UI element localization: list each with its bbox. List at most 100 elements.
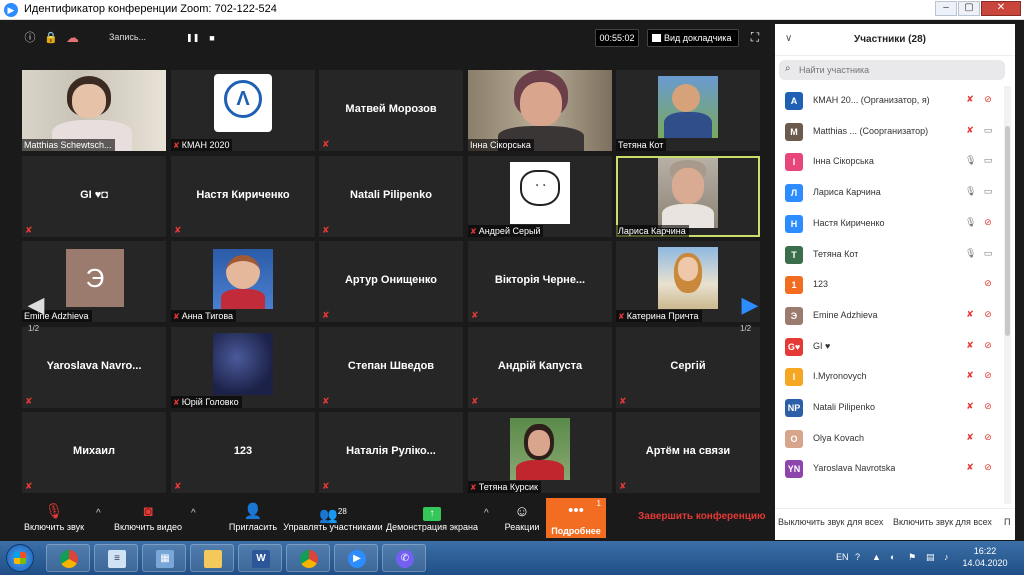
info-icon[interactable]: ⓘ: [24, 32, 36, 44]
audio-options-caret-icon[interactable]: ^: [96, 508, 101, 519]
speaker-view-label: Вид докладчика: [664, 33, 732, 43]
participant-name: Matthias ... (Соорганизатор): [813, 125, 929, 136]
camera-off-icon: ⊘: [984, 94, 992, 104]
video-tile[interactable]: Інна Сікорська: [468, 70, 612, 151]
video-options-caret-icon[interactable]: ^: [191, 508, 196, 519]
participant-row[interactable]: Э Emine Adzhieva ✘ ⊘: [775, 301, 1003, 331]
camera-icon: ▭: [983, 155, 993, 166]
video-tile[interactable]: Matthias Schewtsch...: [22, 70, 166, 151]
taskbar-explorer[interactable]: [190, 544, 234, 572]
stop-recording-icon[interactable]: ■: [206, 32, 218, 44]
share-screen-button[interactable]: ↑ Демонстрация экрана: [386, 502, 478, 538]
invite-button[interactable]: 👤 Пригласить: [228, 502, 278, 538]
video-tile[interactable]: ✘ Тетяна Курсик: [468, 412, 612, 493]
participant-row[interactable]: NP Natali Pilipenko ✘ ⊘: [775, 393, 1003, 423]
video-tile[interactable]: Λ ✘ КМАН 2020: [171, 70, 315, 151]
participant-video-face: [672, 84, 700, 112]
video-tile[interactable]: GI ♥◘ ✘: [22, 156, 166, 237]
lock-icon[interactable]: 🔒: [44, 32, 58, 44]
share-options-caret-icon[interactable]: ^: [484, 508, 489, 519]
flag-icon[interactable]: ⚑: [908, 552, 916, 563]
participant-row[interactable]: A КМАН 20... (Организатор, я) ✘ ⊘: [775, 86, 1003, 116]
clock[interactable]: 16:22 14.04.2020: [960, 545, 1010, 569]
more-options-button[interactable]: П: [1004, 517, 1010, 527]
network-icon[interactable]: ▤: [926, 552, 935, 563]
participant-row[interactable]: G♥ GI ♥ ✘ ⊘: [775, 332, 1003, 362]
video-tile[interactable]: Сергій ✘: [616, 327, 760, 408]
video-tile[interactable]: Тетяна Кот: [616, 70, 760, 151]
language-indicator[interactable]: EN: [836, 552, 849, 562]
word-icon: W: [252, 550, 270, 568]
participant-name: Інна Сікорська: [813, 156, 874, 167]
tile-label-text: КМАН 2020: [181, 140, 230, 150]
camera-icon: ▭: [983, 124, 993, 135]
fullscreen-icon[interactable]: ⛶: [748, 30, 762, 44]
participant-row[interactable]: Н Настя Кириченко 🎙 ⊘: [775, 209, 1003, 239]
start-video-label: Включить видео: [114, 522, 182, 532]
video-tile-active-speaker[interactable]: Лариса Карчина: [616, 156, 760, 237]
video-tile[interactable]: Natali Pilipenko ✘: [319, 156, 463, 237]
video-tile[interactable]: Михаил ✘: [22, 412, 166, 493]
participant-row[interactable]: I I.Myronovych ✘ ⊘: [775, 362, 1003, 392]
scrollbar-thumb[interactable]: [1005, 126, 1010, 336]
participant-video-shirt: [664, 112, 712, 138]
video-tile[interactable]: ◔ ◔ ✘ Андрей Серый: [468, 156, 612, 237]
participant-row[interactable]: Л Лариса Карчина 🎙 ▭: [775, 178, 1003, 208]
minimize-button[interactable]: –: [935, 1, 957, 16]
taskbar-viber[interactable]: ✆: [382, 544, 426, 572]
taskbar-chrome-2[interactable]: [286, 544, 330, 572]
tray-arrow-icon[interactable]: ▲: [872, 552, 881, 562]
taskbar-chrome[interactable]: [46, 544, 90, 572]
participant-list-scrollbar[interactable]: [1004, 86, 1011, 504]
participant-row[interactable]: Т Тетяна Кот 🎙 ▭: [775, 240, 1003, 270]
taskbar-control-panel[interactable]: ▦: [142, 544, 186, 572]
video-tile[interactable]: Артур Онищенко ✘: [319, 241, 463, 322]
help-icon[interactable]: ?: [855, 552, 860, 562]
speaker-view-button[interactable]: Вид докладчика: [647, 29, 739, 47]
start-video-button[interactable]: ◙ Включить видео: [111, 502, 185, 538]
taskbar-word[interactable]: W: [238, 544, 282, 572]
previous-page-arrow-icon[interactable]: ◀: [22, 290, 50, 320]
start-button[interactable]: [6, 544, 34, 572]
video-tile[interactable]: ✘ Юрій Головко: [171, 327, 315, 408]
search-input[interactable]: [799, 63, 999, 77]
maximize-button[interactable]: ▢: [958, 1, 980, 16]
close-button[interactable]: ✕: [981, 1, 1021, 16]
end-meeting-button[interactable]: Завершить конференцию: [638, 511, 766, 522]
more-button[interactable]: ••• Подробнее 1: [546, 498, 606, 538]
video-tile[interactable]: ✘ Анна Тигова: [171, 241, 315, 322]
unmute-button[interactable]: 🎙 Включить звук: [19, 502, 89, 538]
video-tile[interactable]: Вікторія Черне... ✘: [468, 241, 612, 322]
next-page-arrow-icon[interactable]: ▶: [736, 290, 764, 320]
tray-app-icon[interactable]: ◐: [890, 552, 895, 562]
mic-muted-icon: ✘: [322, 396, 330, 406]
mic-muted-icon: ✘: [619, 396, 627, 406]
video-tile[interactable]: Yaroslava Navro... ✘: [22, 327, 166, 408]
kman-logo-mark: Λ: [236, 88, 250, 110]
taskbar-zoom[interactable]: ▶: [334, 544, 378, 572]
volume-icon[interactable]: ♪: [944, 552, 949, 562]
participant-row[interactable]: І Інна Сікорська 🎙 ▭: [775, 147, 1003, 177]
mic-muted-icon: ✘: [471, 396, 479, 406]
mic-icon: 🎙: [965, 247, 977, 258]
unmute-all-button[interactable]: Включить звук для всех: [893, 517, 992, 527]
avatar: Н: [785, 214, 803, 233]
participant-row[interactable]: M Matthias ... (Соорганизатор) ✘ ▭: [775, 117, 1003, 147]
mute-all-button[interactable]: Выключить звук для всех: [778, 517, 883, 527]
pause-recording-icon[interactable]: ❚❚: [186, 32, 199, 44]
video-tile[interactable]: Степан Шведов ✘: [319, 327, 463, 408]
tile-label-text: Катерина Причта: [626, 311, 699, 321]
participant-row[interactable]: O Olya Kovach ✘ ⊘: [775, 424, 1003, 454]
participant-row[interactable]: 1 123 ⊘: [775, 270, 1003, 300]
taskbar-notepad[interactable]: ≡: [94, 544, 138, 572]
manage-participants-button[interactable]: 👥28 Управлять участниками: [282, 502, 384, 538]
video-tile[interactable]: Матвей Морозов ✘: [319, 70, 463, 151]
video-tile[interactable]: Андрій Капуста ✘: [468, 327, 612, 408]
video-tile[interactable]: 123 ✘: [171, 412, 315, 493]
video-tile[interactable]: Артём на связи ✘: [616, 412, 760, 493]
video-tile[interactable]: Настя Кириченко ✘: [171, 156, 315, 237]
video-tile[interactable]: Наталія Руліко... ✘: [319, 412, 463, 493]
participant-row[interactable]: YN Yaroslava Navrotska ✘ ⊘: [775, 454, 1003, 484]
reactions-button[interactable]: ☺ Реакции: [502, 502, 542, 538]
chrome-icon: [60, 550, 78, 568]
